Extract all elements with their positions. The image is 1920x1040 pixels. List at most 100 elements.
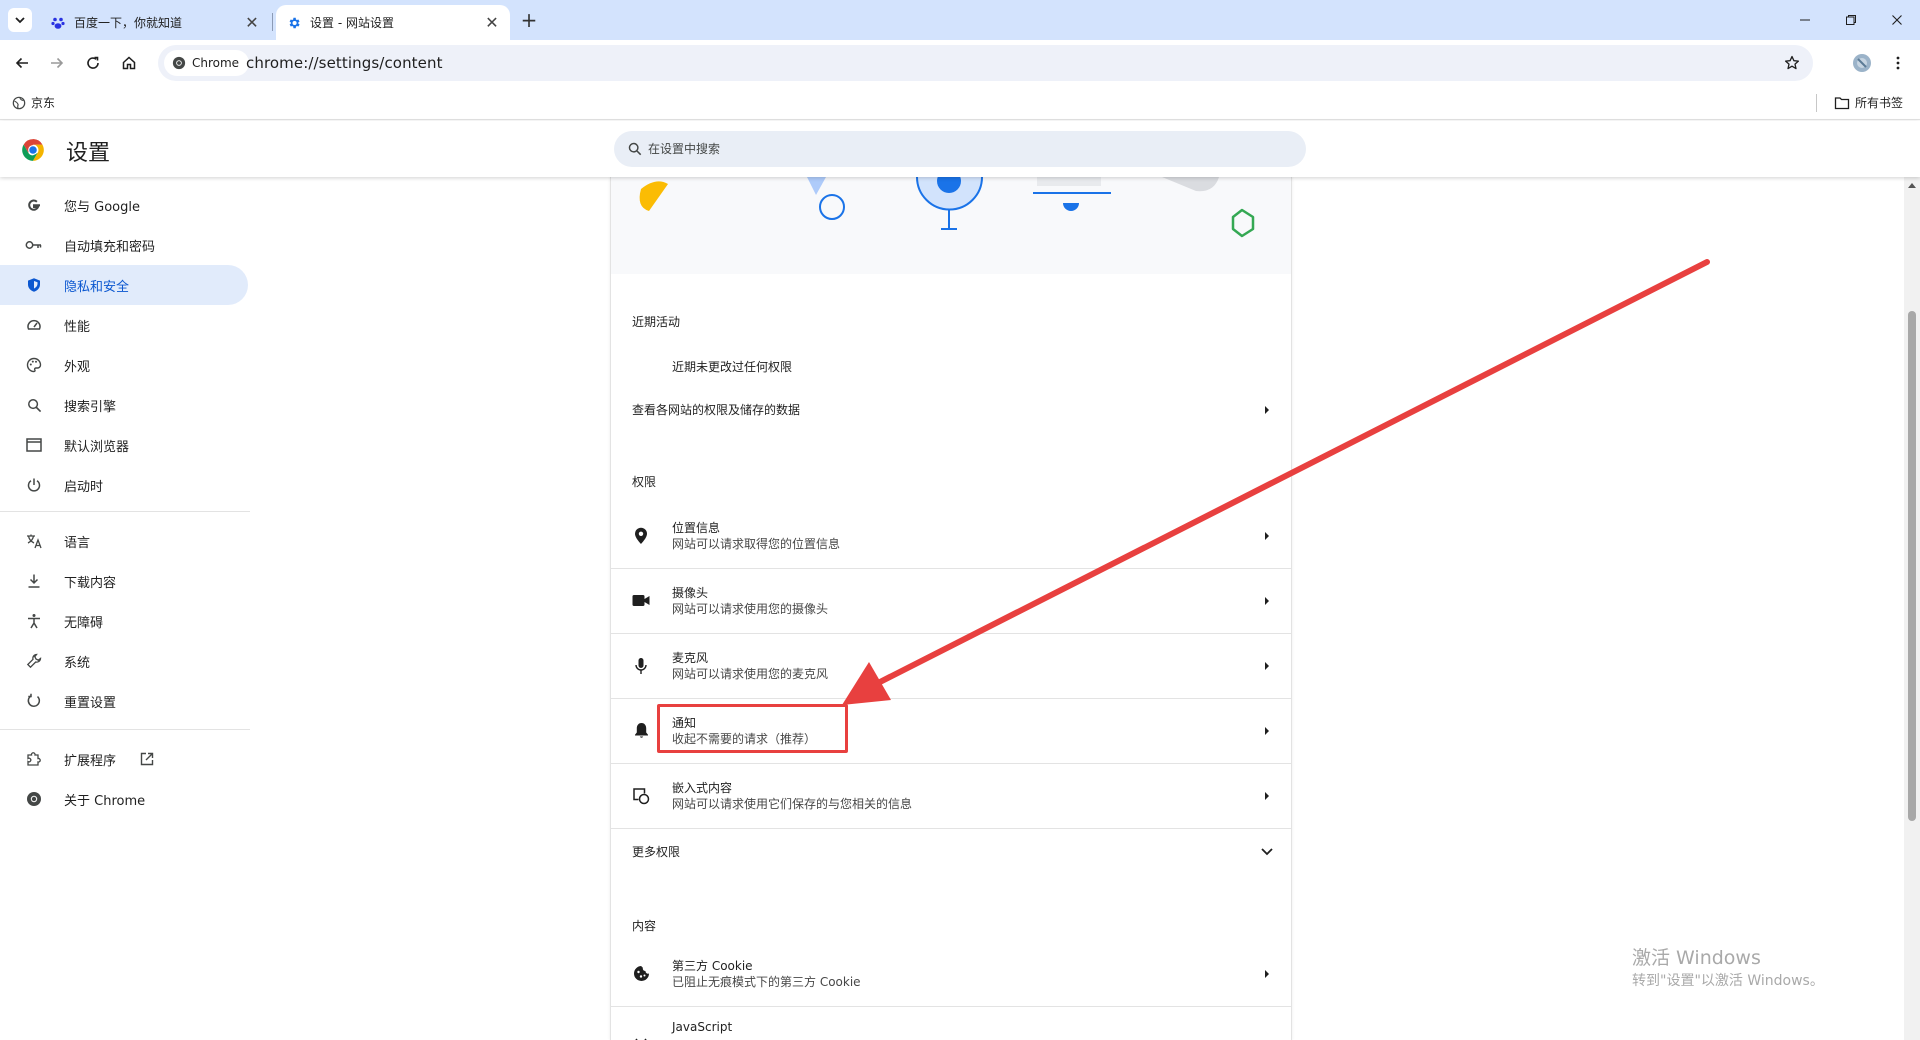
arrow-right-icon — [1259, 528, 1275, 544]
all-bookmarks-button[interactable]: 所有书签 — [1834, 94, 1903, 111]
search-input[interactable] — [648, 142, 1248, 156]
sidebar-divider — [0, 729, 250, 730]
sidebar-item-you-and-google[interactable]: 您与 Google — [0, 185, 248, 225]
settings-header: 设置 — [0, 121, 1920, 177]
tab-title: 百度一下，你就知道 — [74, 16, 183, 30]
settings-sidebar: 您与 Google 自动填充和密码 隐私和安全 性能 外观 搜索引擎 默认浏览器… — [0, 177, 252, 1040]
sidebar-item-label: 系统 — [64, 655, 91, 671]
sidebar-item-label: 外观 — [64, 359, 91, 375]
search-icon — [24, 395, 44, 415]
row-subtitle: 网站可以请求使用您的麦克风 — [672, 666, 829, 681]
new-tab-button[interactable]: + — [517, 8, 541, 32]
bookmark-label: 所有书签 — [1855, 96, 1904, 110]
content-row-third-party-cookies[interactable]: 第三方 Cookie 已阻止无痕模式下的第三方 Cookie — [611, 941, 1291, 1006]
arrow-right-icon — [1259, 1036, 1275, 1040]
kebab-menu-icon — [1896, 56, 1900, 70]
sidebar-item-appearance[interactable]: 外观 — [0, 345, 248, 385]
sidebar-item-extensions[interactable]: 扩展程序 — [0, 739, 248, 779]
sidebar-item-reset[interactable]: 重置设置 — [0, 681, 248, 721]
home-button[interactable] — [117, 51, 141, 75]
arrow-right-icon — [1259, 966, 1275, 982]
sidebar-item-performance[interactable]: 性能 — [0, 305, 248, 345]
chevron-down-icon — [15, 17, 25, 24]
avatar-icon — [1853, 54, 1871, 72]
reset-icon — [24, 691, 44, 711]
scroll-thumb[interactable] — [1908, 311, 1916, 821]
arrow-right-icon — [1259, 402, 1275, 418]
arrow-right-icon — [1259, 788, 1275, 804]
sidebar-item-label: 启动时 — [64, 479, 104, 495]
sidebar-item-label: 重置设置 — [64, 695, 117, 711]
url-text[interactable]: chrome://settings/content — [246, 54, 443, 72]
close-icon[interactable]: ✕ — [242, 13, 262, 33]
content-row-javascript[interactable]: JavaScript — [611, 1006, 1291, 1040]
site-settings-illustration — [611, 177, 1291, 274]
back-button[interactable] — [10, 51, 34, 75]
content-heading: 内容 — [632, 919, 657, 933]
tab-title: 设置 - 网站设置 — [310, 16, 394, 30]
permission-row-location[interactable]: 位置信息 网站可以请求取得您的位置信息 — [611, 503, 1291, 568]
bookmark-jd[interactable]: 京东 — [12, 94, 55, 111]
restore-button[interactable] — [1828, 0, 1874, 40]
sidebar-item-autofill[interactable]: 自动填充和密码 — [0, 225, 248, 265]
google-g-icon — [24, 195, 44, 215]
sidebar-item-label: 无障碍 — [64, 615, 104, 631]
sidebar-item-default-browser[interactable]: 默认浏览器 — [0, 425, 248, 465]
sidebar-item-accessibility[interactable]: 无障碍 — [0, 601, 248, 641]
permission-row-embedded-content[interactable]: 嵌入式内容 网站可以请求使用它们保存的与您相关的信息 — [611, 763, 1291, 828]
page-scrollbar[interactable] — [1904, 177, 1920, 1040]
external-link-icon — [138, 750, 156, 768]
bookmarks-separator — [1816, 94, 1817, 112]
home-icon — [122, 56, 136, 70]
row-subtitle: 网站可以请求使用它们保存的与您相关的信息 — [672, 796, 913, 811]
tab-baidu[interactable]: 百度一下，你就知道 ✕ — [40, 5, 270, 40]
close-icon[interactable]: ✕ — [482, 13, 502, 33]
tab-search-button[interactable] — [8, 8, 32, 32]
sidebar-item-system[interactable]: 系统 — [0, 641, 248, 681]
site-chip-label: Chrome — [192, 56, 240, 70]
translate-icon — [24, 531, 44, 551]
window-close-button[interactable] — [1874, 0, 1920, 40]
key-icon — [24, 235, 44, 255]
location-pin-icon — [631, 526, 651, 546]
permission-row-camera[interactable]: 摄像头 网站可以请求使用您的摄像头 — [611, 568, 1291, 633]
row-subtitle: 已阻止无痕模式下的第三方 Cookie — [672, 974, 861, 989]
profile-button[interactable] — [1850, 51, 1874, 75]
row-title: 第三方 Cookie — [672, 958, 753, 973]
star-icon — [1784, 55, 1800, 70]
settings-search[interactable] — [614, 131, 1306, 167]
more-permissions-row[interactable]: 更多权限 — [611, 828, 1291, 876]
sidebar-item-downloads[interactable]: 下载内容 — [0, 561, 248, 601]
menu-button[interactable] — [1886, 51, 1910, 75]
recent-activity-empty-text: 近期未更改过任何权限 — [672, 360, 793, 374]
sidebar-item-languages[interactable]: 语言 — [0, 521, 248, 561]
view-site-permissions-row[interactable]: 查看各网站的权限及储存的数据 — [611, 386, 1291, 434]
permissions-heading: 权限 — [632, 475, 657, 489]
minimize-button[interactable] — [1782, 0, 1828, 40]
sidebar-item-about-chrome[interactable]: 关于 Chrome — [0, 779, 248, 819]
windows-activation-hint: 转到"设置"以激活 Windows。 — [1632, 973, 1824, 989]
restore-icon — [1846, 15, 1856, 25]
sidebar-item-search-engine[interactable]: 搜索引擎 — [0, 385, 248, 425]
sidebar-item-privacy[interactable]: 隐私和安全 — [0, 265, 248, 305]
forward-button[interactable] — [45, 51, 69, 75]
puzzle-icon — [24, 749, 44, 769]
sidebar-item-label: 关于 Chrome — [64, 793, 146, 809]
sidebar-item-on-startup[interactable]: 启动时 — [0, 465, 248, 505]
shield-icon — [24, 275, 44, 295]
cookie-icon — [631, 964, 651, 984]
row-title: 嵌入式内容 — [672, 780, 733, 795]
page-title: 设置 — [66, 141, 111, 166]
speedometer-icon — [24, 315, 44, 335]
bell-icon — [631, 721, 651, 741]
address-bar[interactable]: Chrome chrome://settings/content — [158, 45, 1813, 81]
scroll-up-arrow-icon[interactable] — [1908, 183, 1916, 188]
bookmark-star-button[interactable] — [1781, 52, 1803, 74]
sidebar-item-label: 自动填充和密码 — [64, 239, 156, 255]
arrow-right-icon — [1259, 723, 1275, 739]
site-info-chip[interactable]: Chrome — [164, 50, 250, 76]
tab-settings[interactable]: 设置 - 网站设置 ✕ — [276, 5, 510, 40]
permission-row-microphone[interactable]: 麦克风 网站可以请求使用您的麦克风 — [611, 633, 1291, 698]
sidebar-item-label: 性能 — [64, 319, 91, 335]
reload-button[interactable] — [81, 51, 105, 75]
